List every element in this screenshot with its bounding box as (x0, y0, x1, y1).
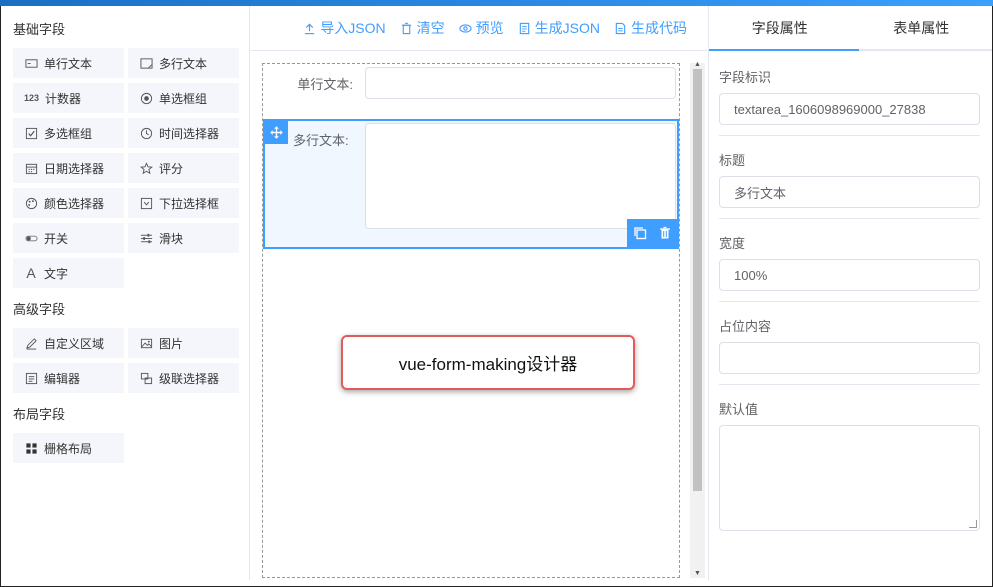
prop-title: 标题 多行文本 (719, 150, 980, 219)
clear-button[interactable]: 清空 (400, 18, 445, 38)
width-input[interactable]: 100% (719, 259, 980, 291)
calendar-icon (24, 161, 38, 175)
title-input[interactable]: 多行文本 (719, 176, 980, 208)
field-label: 单行文本: (297, 77, 353, 92)
upload-icon (305, 23, 315, 34)
switch-icon (24, 231, 38, 245)
text-icon: A (26, 265, 36, 281)
input-icon (24, 56, 38, 70)
prop-field-id: 字段标识 textarea_1606098969000_27838 (719, 67, 980, 136)
eye-icon (459, 23, 472, 33)
item-actions (627, 219, 677, 247)
slider-icon (139, 231, 153, 245)
component-radio[interactable]: 单选框组 (128, 83, 239, 113)
field-label: 多行文本: (293, 133, 349, 148)
design-area: 导入JSON 清空 预览 生成JSON 生成代码 单行文本: 多行文本: vue… (251, 6, 707, 580)
component-date[interactable]: 日期选择器 (13, 153, 124, 183)
copy-icon[interactable] (633, 226, 647, 240)
clock-icon (139, 126, 153, 140)
file-code-icon (615, 22, 626, 34)
form-item-input[interactable]: 单行文本: (263, 64, 679, 114)
cascader-icon (139, 371, 153, 385)
properties-tabs: 字段属性 表单属性 (709, 6, 992, 51)
generate-code-button[interactable]: 生成代码 (614, 18, 687, 38)
scrollbar-thumb[interactable] (693, 69, 702, 491)
checkbox-icon (24, 126, 38, 140)
prop-placeholder: 占位内容 (719, 316, 980, 385)
resize-grip-icon[interactable] (969, 520, 977, 528)
form-canvas[interactable]: 单行文本: 多行文本: vue-form-making设计器 (262, 63, 680, 578)
toolbar: 导入JSON 清空 预览 生成JSON 生成代码 (251, 6, 707, 51)
prop-default-value: 默认值 (719, 399, 980, 541)
field-properties: 字段标识 textarea_1606098969000_27838 标题 多行文… (709, 51, 992, 541)
advanced-fields-grid: 自定义区域 图片 编辑器 级联选择器 (13, 328, 249, 393)
editor-icon (24, 371, 38, 385)
component-switch[interactable]: 开关 (13, 223, 124, 253)
import-json-button[interactable]: 导入JSON (303, 18, 386, 38)
product-banner: vue-form-making设计器 (341, 335, 635, 390)
component-textarea[interactable]: 多行文本 (128, 48, 239, 78)
document-icon (519, 22, 529, 34)
advanced-fields-title: 高级字段 (13, 302, 66, 317)
component-panel: 基础字段 单行文本 多行文本 123 计数器 单选框组 多选框组 时间选择器 日期… (1, 6, 250, 580)
component-editor[interactable]: 编辑器 (13, 363, 124, 393)
component-grid[interactable]: 栅格布局 (13, 433, 124, 463)
component-select[interactable]: 下拉选择框 (128, 188, 239, 218)
form-item-textarea-selected[interactable]: 多行文本: (263, 119, 679, 249)
text-input-preview[interactable] (365, 67, 676, 99)
layout-fields-grid: 栅格布局 (13, 433, 249, 463)
basic-fields-grid: 单行文本 多行文本 123 计数器 单选框组 多选框组 时间选择器 日期选择器 评… (13, 48, 249, 288)
select-icon (139, 196, 153, 210)
tab-form-properties[interactable]: 表单属性 (851, 6, 993, 49)
scroll-up-arrow-icon[interactable]: ▲ (693, 61, 702, 69)
delete-icon[interactable] (658, 226, 672, 240)
default-value-textarea[interactable] (719, 425, 980, 531)
component-slider[interactable]: 滑块 (128, 223, 239, 253)
field-id-input[interactable]: textarea_1606098969000_27838 (719, 93, 980, 125)
number-icon: 123 (24, 93, 40, 103)
tab-field-properties[interactable]: 字段属性 (709, 6, 851, 49)
grid-icon (24, 441, 38, 455)
component-number[interactable]: 123 计数器 (13, 83, 124, 113)
textarea-preview[interactable] (365, 123, 676, 229)
canvas-scrollbar[interactable]: ▲ ▼ (690, 61, 705, 578)
scroll-down-arrow-icon[interactable]: ▼ (693, 570, 702, 578)
pen-icon (24, 336, 38, 350)
component-checkbox[interactable]: 多选框组 (13, 118, 124, 148)
image-icon (139, 336, 153, 350)
component-time[interactable]: 时间选择器 (128, 118, 239, 148)
star-icon (139, 161, 153, 175)
component-cascader[interactable]: 级联选择器 (128, 363, 239, 393)
textarea-icon (139, 56, 153, 70)
palette-icon (24, 196, 38, 210)
drag-handle-icon[interactable] (265, 121, 288, 144)
properties-panel: 字段属性 表单属性 字段标识 textarea_1606098969000_27… (708, 6, 992, 580)
component-text[interactable]: A 文字 (13, 258, 124, 288)
basic-fields-title: 基础字段 (13, 22, 66, 37)
preview-button[interactable]: 预览 (459, 18, 504, 38)
trash-icon (401, 22, 411, 34)
prop-width: 宽度 100% (719, 233, 980, 302)
component-rate[interactable]: 评分 (128, 153, 239, 183)
component-custom-area[interactable]: 自定义区域 (13, 328, 124, 358)
component-image[interactable]: 图片 (128, 328, 239, 358)
layout-fields-title: 布局字段 (13, 407, 66, 422)
radio-icon (139, 91, 153, 105)
placeholder-input[interactable] (719, 342, 980, 374)
generate-json-button[interactable]: 生成JSON (518, 18, 600, 38)
component-color[interactable]: 颜色选择器 (13, 188, 124, 218)
component-input[interactable]: 单行文本 (13, 48, 124, 78)
